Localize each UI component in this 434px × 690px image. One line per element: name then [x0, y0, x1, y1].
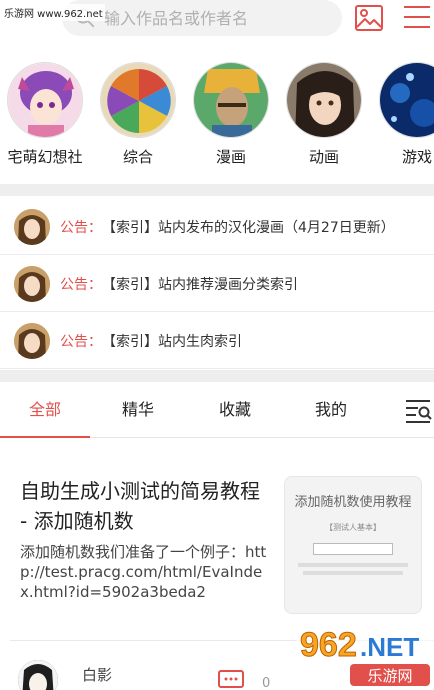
thumbnail-title: 添加随机数使用教程	[294, 495, 412, 510]
post-thumbnail[interactable]: 添加随机数使用教程 【测试人基本】	[284, 476, 422, 614]
avatar[interactable]	[18, 660, 58, 690]
category-label: 游戏	[401, 148, 432, 166]
tab-active-indicator	[0, 436, 90, 438]
category-label: 宅萌幻想社	[7, 148, 83, 166]
category-cover	[286, 62, 362, 138]
watermark-logo: 962 .NET 乐游网	[296, 616, 434, 690]
thumbnail-line	[298, 563, 408, 567]
menu-icon[interactable]	[404, 6, 430, 30]
notice-avatar	[14, 322, 50, 359]
watermark-suffix: .NET	[360, 632, 419, 662]
watermark-cn: 乐游网	[367, 667, 412, 685]
filter-list-icon[interactable]	[404, 398, 432, 424]
tab-label: 全部	[28, 400, 61, 419]
tab-favorites[interactable]: 收藏	[190, 384, 280, 438]
notice-text: 【索引】站内推荐漫画分类索引	[102, 276, 298, 293]
notice-avatar	[14, 265, 50, 302]
category-item-donghua[interactable]: 动画	[279, 62, 369, 167]
category-cover	[100, 62, 176, 138]
tab-label: 我的	[314, 400, 347, 419]
category-cover	[7, 62, 83, 138]
notice-tag: 公告：	[60, 276, 102, 293]
notice-tag: 公告：	[60, 219, 102, 236]
comment-count: 0	[262, 676, 271, 690]
tab-label: 精华	[121, 400, 154, 419]
category-cover	[193, 62, 269, 138]
section-divider	[0, 184, 434, 196]
notice-item[interactable]: 公告： 【索引】站内生肉索引	[0, 313, 434, 369]
notice-avatar	[14, 208, 50, 245]
tab-label: 收藏	[218, 400, 251, 419]
notice-item[interactable]: 公告： 【索引】站内推荐漫画分类索引	[0, 256, 434, 312]
top-bar: 乐游网 www.962.net	[0, 0, 434, 40]
category-item-zonghe[interactable]: 综合	[93, 62, 183, 167]
category-cover	[379, 62, 434, 138]
notice-item[interactable]: 公告： 【索引】站内发布的汉化漫画（4月27日更新）	[0, 199, 434, 255]
search-input[interactable]	[104, 8, 324, 28]
section-divider	[0, 370, 434, 382]
category-item-zhaomeng[interactable]: 宅萌幻想社	[0, 62, 90, 167]
tab-mine[interactable]: 我的	[286, 384, 376, 438]
category-label: 动画	[308, 148, 339, 166]
post-excerpt[interactable]: 添加随机数我们准备了一个例子：http://test.pracg.com/htm…	[20, 542, 270, 602]
notice-text: 【索引】站内生肉索引	[102, 333, 242, 350]
comment-icon[interactable]	[218, 670, 244, 690]
category-item-manhua[interactable]: 漫画	[186, 62, 276, 167]
watermark-top: 乐游网 www.962.net	[2, 4, 105, 21]
notice-tag: 公告：	[60, 333, 102, 350]
thumbnail-subtitle: 【测试人基本】	[325, 523, 381, 532]
thumbnail-line	[303, 571, 403, 575]
category-row: 宅萌幻想社 综合 漫画 动画 游戏	[0, 50, 434, 178]
image-icon[interactable]	[354, 4, 384, 32]
notice-text: 【索引】站内发布的汉化漫画（4月27日更新）	[102, 219, 395, 236]
watermark-number: 962	[300, 626, 357, 664]
category-item-youxi[interactable]: 游戏	[372, 62, 434, 167]
tab-featured[interactable]: 精华	[93, 384, 183, 438]
author-name[interactable]: 白影	[82, 664, 112, 685]
category-label: 综合	[122, 148, 153, 166]
post-title[interactable]: 自助生成小测试的简易教程 - 添加随机数	[20, 476, 270, 536]
tab-bar: 全部 精华 收藏 我的	[0, 384, 434, 438]
category-label: 漫画	[215, 148, 246, 166]
tab-all[interactable]: 全部	[0, 384, 90, 438]
thumbnail-field	[313, 543, 393, 555]
